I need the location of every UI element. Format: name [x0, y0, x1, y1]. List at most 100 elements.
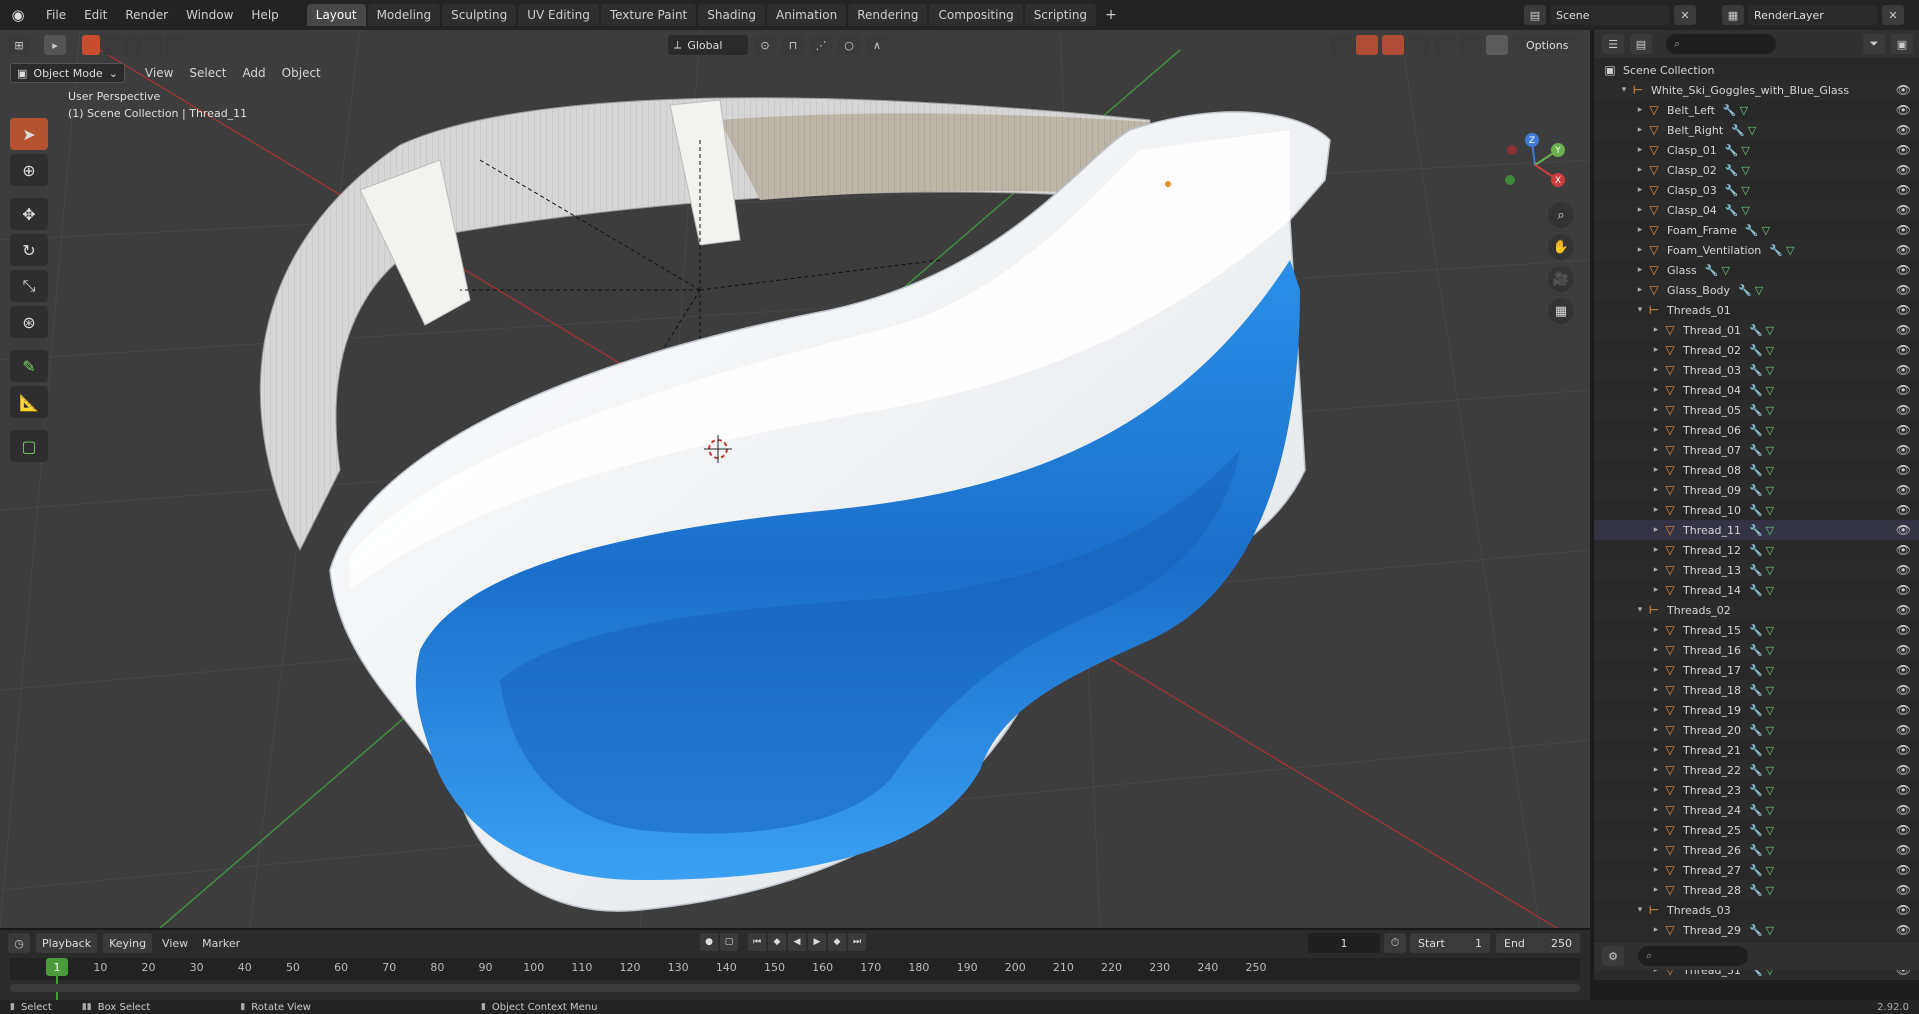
modifier-icon[interactable]: 🔧 — [1749, 404, 1763, 417]
visibility-eye-icon[interactable]: 👁 — [1896, 483, 1911, 497]
modifier-icon[interactable]: 🔧 — [1749, 544, 1763, 557]
playhead-frame-indicator[interactable]: 1 — [46, 958, 68, 976]
visibility-eye-icon[interactable]: 👁 — [1896, 463, 1911, 477]
playback-menu[interactable]: Playback — [36, 933, 98, 953]
visibility-eye-icon[interactable]: 👁 — [1896, 163, 1911, 177]
expand-closed-icon[interactable]: ▸ — [1650, 665, 1662, 675]
menu-window[interactable]: Window — [178, 5, 241, 25]
current-frame-field[interactable]: 1 — [1308, 933, 1380, 953]
outliner-object-row[interactable]: ▸ ▽ Thread_06 🔧 ▽ 👁 — [1594, 420, 1919, 440]
visibility-eye-icon[interactable]: 👁 — [1896, 143, 1911, 157]
visibility-eye-icon[interactable]: 👁 — [1896, 303, 1911, 317]
mesh-data-icon[interactable]: ▽ — [1766, 924, 1774, 937]
expand-closed-icon[interactable]: ▸ — [1650, 765, 1662, 775]
outliner-object-row[interactable]: ▸ ▽ Thread_10 🔧 ▽ 👁 — [1594, 500, 1919, 520]
visibility-eye-icon[interactable]: 👁 — [1896, 523, 1911, 537]
modifier-icon[interactable]: 🔧 — [1749, 804, 1763, 817]
visibility-eye-icon[interactable]: 👁 — [1896, 263, 1911, 277]
visibility-eye-icon[interactable]: 👁 — [1896, 623, 1911, 637]
expand-closed-icon[interactable]: ▸ — [1650, 425, 1662, 435]
outliner-root[interactable]: ▣ Scene Collection — [1594, 60, 1919, 80]
mesh-data-icon[interactable]: ▽ — [1766, 644, 1774, 657]
navigation-gizmo[interactable]: Z Y X — [1500, 130, 1570, 200]
expand-closed-icon[interactable]: ▸ — [1650, 525, 1662, 535]
expand-open-icon[interactable]: ▾ — [1634, 305, 1646, 315]
render-layer-field[interactable]: RenderLayer — [1748, 5, 1878, 25]
transform-tool-icon[interactable]: ⊛ — [10, 306, 48, 338]
play-reverse-icon[interactable]: ◀ — [788, 933, 806, 951]
modifier-icon[interactable]: 🔧 — [1723, 104, 1737, 117]
outliner-object-row[interactable]: ▸ ▽ Thread_16 🔧 ▽ 👁 — [1594, 640, 1919, 660]
visibility-eye-icon[interactable]: 👁 — [1896, 343, 1911, 357]
visibility-eye-icon[interactable]: 👁 — [1896, 923, 1911, 937]
outliner-object-row[interactable]: ▸ ▽ Thread_22 🔧 ▽ 👁 — [1594, 760, 1919, 780]
expand-closed-icon[interactable]: ▸ — [1650, 725, 1662, 735]
jump-end-icon[interactable]: ⏭ — [848, 933, 866, 951]
visibility-eye-icon[interactable]: 👁 — [1896, 843, 1911, 857]
expand-closed-icon[interactable]: ▸ — [1650, 325, 1662, 335]
mesh-data-icon[interactable]: ▽ — [1766, 824, 1774, 837]
outliner-object-row[interactable]: ▸ ▽ Belt_Right 🔧 ▽ 👁 — [1594, 120, 1919, 140]
visibility-eye-icon[interactable]: 👁 — [1896, 403, 1911, 417]
start-frame-field[interactable]: Start 1 — [1410, 933, 1490, 953]
modifier-icon[interactable]: 🔧 — [1725, 144, 1739, 157]
visibility-eye-icon[interactable]: 👁 — [1896, 823, 1911, 837]
visibility-eye-icon[interactable]: 👁 — [1896, 383, 1911, 397]
expand-closed-icon[interactable]: ▸ — [1650, 345, 1662, 355]
outliner-object-row[interactable]: ▸ ▽ Thread_24 🔧 ▽ 👁 — [1594, 800, 1919, 820]
outliner-object-row[interactable]: ▸ ▽ Thread_28 🔧 ▽ 👁 — [1594, 880, 1919, 900]
mesh-data-icon[interactable]: ▽ — [1766, 444, 1774, 457]
modifier-icon[interactable]: 🔧 — [1749, 824, 1763, 837]
end-frame-field[interactable]: End 250 — [1496, 933, 1580, 953]
menu-file[interactable]: File — [38, 5, 74, 25]
outliner-object-row[interactable]: ▸ ▽ Thread_25 🔧 ▽ 👁 — [1594, 820, 1919, 840]
modifier-icon[interactable]: 🔧 — [1749, 844, 1763, 857]
outliner-object-row[interactable]: ▸ ▽ Thread_11 🔧 ▽ 👁 — [1594, 520, 1919, 540]
expand-closed-icon[interactable]: ▸ — [1650, 625, 1662, 635]
select-mode-invert-icon[interactable] — [145, 35, 163, 55]
measure-tool-icon[interactable]: 📐 — [10, 386, 48, 418]
tab-uv-editing[interactable]: UV Editing — [518, 4, 599, 26]
outliner-collection-row[interactable]: ▾ ⊢ Threads_02 👁 — [1594, 600, 1919, 620]
jump-start-icon[interactable]: ⏮ — [748, 933, 766, 951]
editor-type-icon[interactable]: ⊞ — [8, 35, 30, 55]
expand-closed-icon[interactable]: ▸ — [1650, 745, 1662, 755]
modifier-icon[interactable]: 🔧 — [1749, 744, 1763, 757]
expand-closed-icon[interactable]: ▸ — [1650, 785, 1662, 795]
modifier-icon[interactable]: 🔧 — [1749, 884, 1763, 897]
prev-keyframe-icon[interactable]: ◆ — [768, 933, 786, 951]
expand-closed-icon[interactable]: ▸ — [1634, 285, 1646, 295]
outliner-object-row[interactable]: ▸ ▽ Foam_Ventilation 🔧 ▽ 👁 — [1594, 240, 1919, 260]
expand-closed-icon[interactable]: ▸ — [1634, 185, 1646, 195]
cursor-tool-icon[interactable]: ⊕ — [10, 154, 48, 186]
select-mode-subtract-icon[interactable] — [124, 35, 142, 55]
viewport-menu-add[interactable]: Add — [234, 66, 273, 80]
visibility-eye-icon[interactable]: 👁 — [1896, 783, 1911, 797]
mesh-data-icon[interactable]: ▽ — [1766, 364, 1774, 377]
modifier-icon[interactable]: 🔧 — [1749, 424, 1763, 437]
modifier-icon[interactable]: 🔧 — [1745, 224, 1759, 237]
next-keyframe-icon[interactable]: ◆ — [828, 933, 846, 951]
visibility-eye-icon[interactable]: 👁 — [1896, 543, 1911, 557]
modifier-icon[interactable]: 🔧 — [1725, 204, 1739, 217]
viewport-menu-object[interactable]: Object — [274, 66, 329, 80]
modifier-icon[interactable]: 🔧 — [1749, 784, 1763, 797]
expand-closed-icon[interactable]: ▸ — [1650, 405, 1662, 415]
mesh-data-icon[interactable]: ▽ — [1741, 204, 1749, 217]
rotate-tool-icon[interactable]: ↻ — [10, 234, 48, 266]
visibility-eye-icon[interactable]: 👁 — [1896, 323, 1911, 337]
modifier-icon[interactable]: 🔧 — [1725, 184, 1739, 197]
object-mode-dropdown[interactable]: ▣ Object Mode ⌄ — [10, 63, 125, 83]
visibility-eye-icon[interactable]: 👁 — [1896, 223, 1911, 237]
visibility-eye-icon[interactable]: 👁 — [1896, 423, 1911, 437]
mesh-data-icon[interactable]: ▽ — [1766, 544, 1774, 557]
outliner-object-row[interactable]: ▸ ▽ Thread_14 🔧 ▽ 👁 — [1594, 580, 1919, 600]
modifier-icon[interactable]: 🔧 — [1749, 624, 1763, 637]
expand-closed-icon[interactable]: ▸ — [1650, 805, 1662, 815]
modifier-icon[interactable]: 🔧 — [1749, 684, 1763, 697]
scale-tool-icon[interactable]: ⤡ — [10, 270, 48, 302]
camera-view-icon[interactable]: 🎥 — [1548, 266, 1574, 292]
tab-layout[interactable]: Layout — [306, 4, 366, 26]
modifier-icon[interactable]: 🔧 — [1749, 764, 1763, 777]
modifier-icon[interactable]: 🔧 — [1749, 344, 1763, 357]
